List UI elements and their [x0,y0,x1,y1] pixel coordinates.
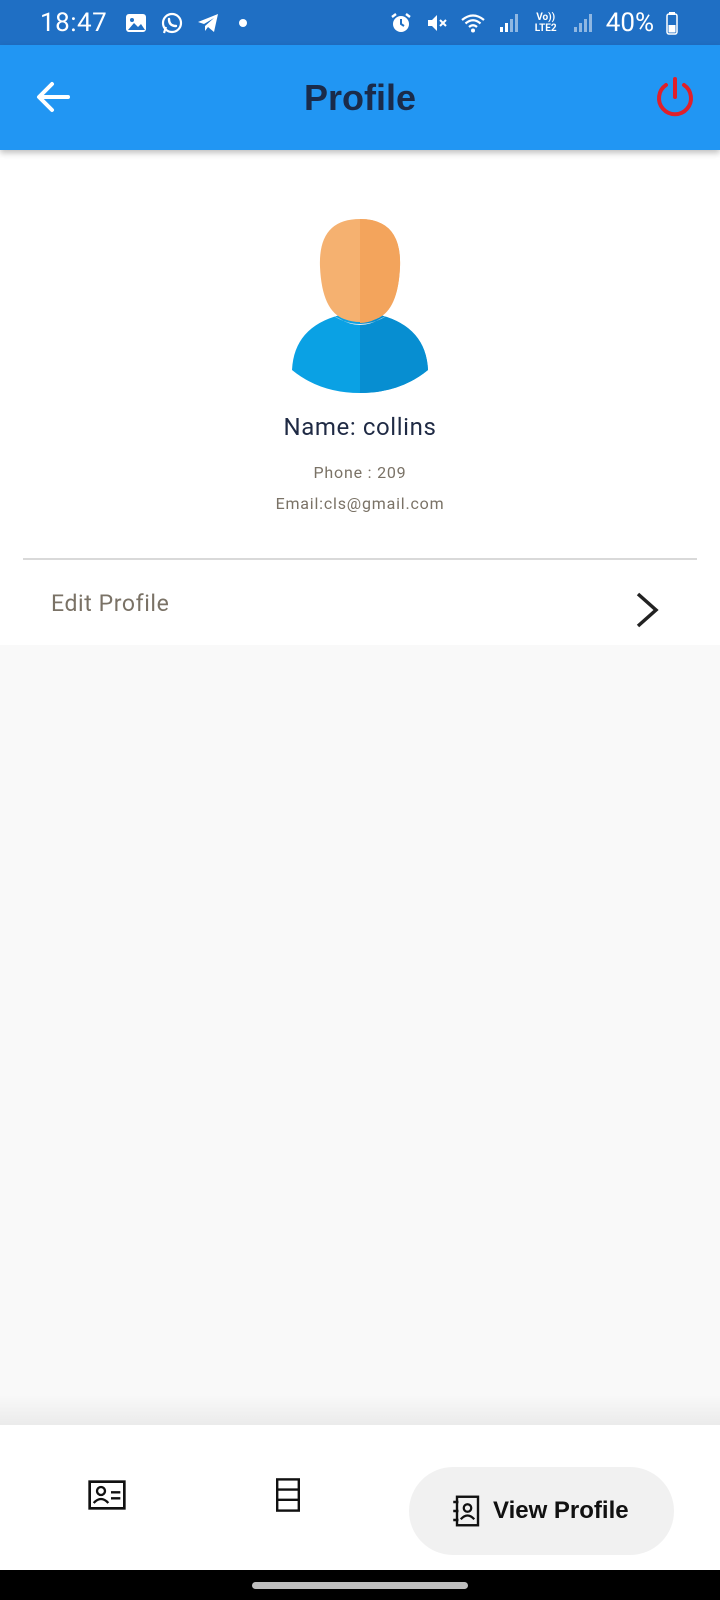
back-button[interactable] [30,73,78,121]
home-gesture-bar[interactable] [252,1582,468,1589]
page-title: Profile [303,77,417,118]
alarm-icon [388,10,414,36]
status-bar-right: Vo)) LTE2 40% [388,8,680,38]
chevron-right-icon [636,592,659,628]
edit-profile-label: Edit Profile [51,590,170,617]
signal-icon [496,10,522,36]
gallery-icon [123,10,149,36]
contact-card-icon [88,1480,126,1510]
nav-list-tab[interactable] [258,1465,318,1525]
app-bar: Profile [0,45,720,150]
profile-card: Name: collins Phone : 209 Email:cls@gmai… [0,150,720,645]
status-bar-left: 18:47 [40,7,248,38]
profile-phone: Phone : 209 [313,463,407,482]
system-nav-bar [0,1570,720,1600]
nav-view-profile-label: View Profile [493,1497,629,1524]
telegram-icon [195,10,221,36]
person-avatar-icon [280,215,440,395]
status-time: 18:47 [40,7,108,38]
wifi-icon [460,10,486,36]
profile-name: Name: collins [283,413,437,441]
mute-icon [424,10,450,36]
status-bar: 18:47 Vo)) LTE2 40% [0,0,720,45]
logout-button[interactable] [650,73,700,123]
nav-shadow [0,1395,720,1425]
nav-view-profile-tab[interactable]: View Profile [409,1467,674,1555]
signal-icon-2 [570,10,596,36]
contact-book-icon [453,1495,480,1527]
whatsapp-icon [159,10,185,36]
edit-profile-item[interactable]: Edit Profile [0,568,720,645]
volte-lte2-icon: Vo)) LTE2 [534,11,557,34]
bottom-navigation: View Profile [0,1425,720,1570]
battery-percent: 40% [605,7,654,38]
power-icon [657,77,693,117]
arrow-back-icon [37,82,70,112]
list-rows-icon [276,1478,300,1512]
profile-email: Email:cls@gmail.com [275,494,445,513]
notification-dot-icon [239,18,248,27]
divider [23,558,697,560]
battery-icon [664,10,680,36]
nav-contacts-tab[interactable] [77,1465,137,1525]
